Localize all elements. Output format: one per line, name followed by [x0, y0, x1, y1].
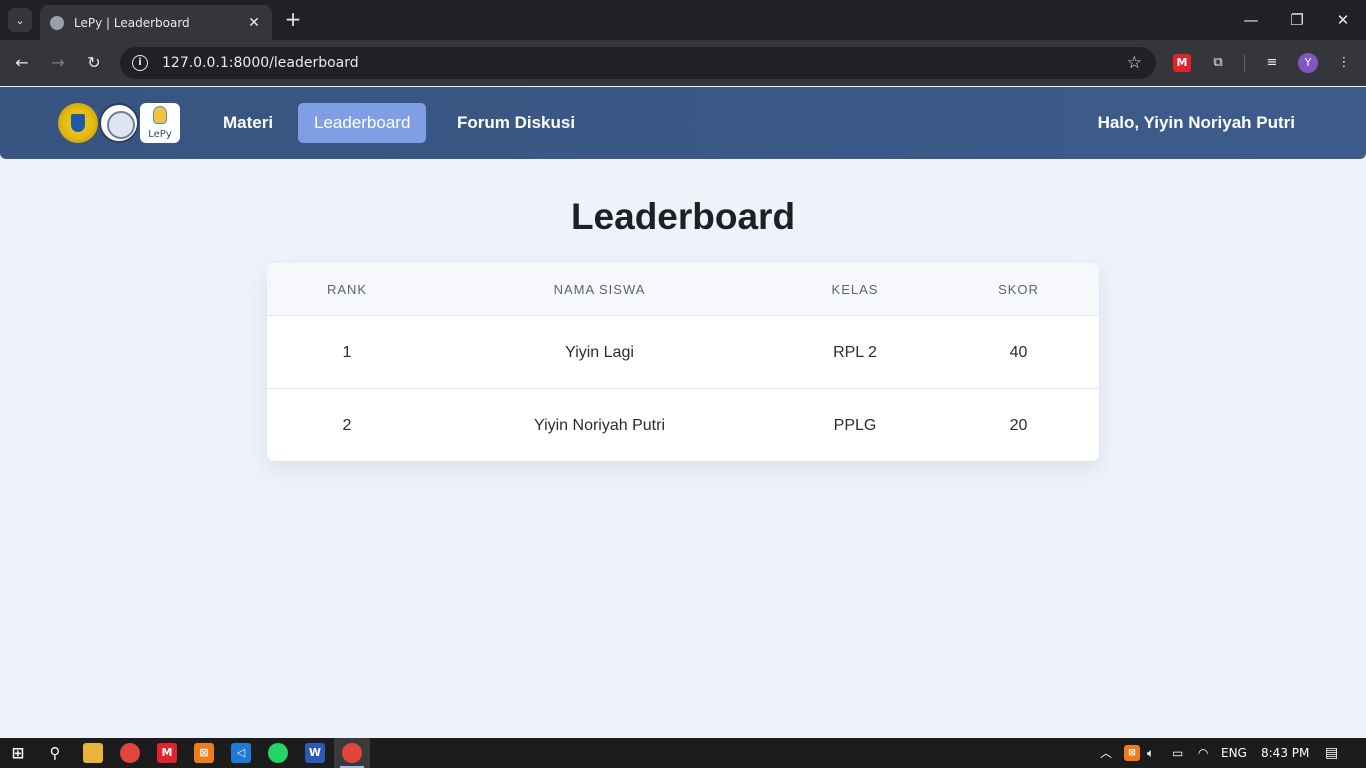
word-icon[interactable]: W: [305, 743, 325, 763]
table-row: 1 Yiyin Lagi RPL 2 40: [267, 316, 1099, 389]
profile-avatar[interactable]: Y: [1298, 53, 1318, 73]
column-header-skor: SKOR: [998, 282, 1039, 297]
tab-search-icon[interactable]: ⌄: [8, 8, 32, 32]
lepy-logo-text: LePy: [148, 129, 172, 140]
os-taskbar: ⊞ ⚲ M ⊠ ◁ W ︿ ⊠ 🔈︎ ▭ ◠ ENG 8:43 PM ▤: [0, 738, 1366, 768]
media-icon[interactable]: ≡: [1262, 53, 1282, 73]
forward-icon[interactable]: →: [46, 51, 70, 75]
rank-cell: 2: [342, 417, 352, 434]
nav-link-materi[interactable]: Materi: [207, 103, 289, 143]
rank-cell: 1: [342, 344, 352, 361]
mendeley-icon[interactable]: M: [157, 743, 177, 763]
column-header-nama-siswa: NAMA SISWA: [553, 282, 646, 297]
notifications-icon[interactable]: ▤: [1325, 738, 1338, 768]
menu-icon[interactable]: ⋮: [1334, 53, 1354, 73]
column-header-rank: RANK: [326, 282, 368, 297]
windows-start-icon[interactable]: ⊞: [8, 743, 28, 763]
file-explorer-icon[interactable]: [83, 743, 103, 763]
clock[interactable]: 8:43 PM: [1261, 738, 1309, 768]
language-indicator[interactable]: ENG: [1221, 738, 1247, 768]
browser-tab[interactable]: LePy | Leaderboard ✕: [40, 5, 272, 40]
back-icon[interactable]: ←: [10, 51, 34, 75]
volume-icon[interactable]: 🔈︎: [1147, 738, 1154, 768]
minimize-icon[interactable]: —: [1228, 6, 1274, 34]
bookmark-star-icon[interactable]: ☆: [1127, 53, 1142, 73]
xampp-tray-icon[interactable]: ⊠: [1124, 745, 1140, 761]
tab-close-icon[interactable]: ✕: [246, 15, 262, 31]
nav-link-leaderboard[interactable]: Leaderboard: [298, 103, 427, 143]
browser-toolbar: ← → ↻ i 127.0.0.1:8000/leaderboard ☆ M ⧉…: [0, 40, 1366, 86]
class-cell: PPLG: [833, 417, 877, 434]
chevron-up-icon[interactable]: ︿: [1100, 738, 1112, 768]
wifi-icon[interactable]: ◠: [1198, 738, 1208, 768]
table-row: 2 Yiyin Noriyah Putri PPLG 20: [267, 389, 1099, 461]
restore-icon[interactable]: ❐: [1274, 6, 1320, 34]
table-header: RANK NAMA SISWA KELAS SKOR: [267, 263, 1099, 316]
globe-icon: [50, 15, 64, 30]
nav-link-forum-diskusi[interactable]: Forum Diskusi: [441, 103, 591, 143]
window-close-icon[interactable]: ✕: [1320, 6, 1366, 34]
xampp-icon[interactable]: ⊠: [194, 743, 214, 763]
class-cell: RPL 2: [833, 344, 877, 361]
toolbar-divider: [1244, 54, 1245, 72]
lightbulb-icon: [153, 106, 167, 124]
lepy-logo[interactable]: LePy: [140, 103, 180, 143]
reload-icon[interactable]: ↻: [82, 51, 106, 75]
site-info-icon[interactable]: i: [132, 55, 148, 71]
extension-icon[interactable]: M: [1173, 54, 1191, 72]
url-text[interactable]: 127.0.0.1:8000/leaderboard: [162, 55, 1127, 71]
student-name-cell: Yiyin Noriyah Putri: [533, 417, 665, 434]
score-cell: 20: [1009, 417, 1028, 434]
browser-tab-bar: ⌄ LePy | Leaderboard ✕ + — ❐ ✕: [0, 0, 1366, 40]
app-navbar: LePy Materi Leaderboard Forum Diskusi Ha…: [0, 87, 1366, 159]
chrome-active-icon[interactable]: [342, 743, 362, 763]
student-name-cell: Yiyin Lagi: [565, 344, 634, 361]
whatsapp-icon[interactable]: [268, 743, 288, 763]
leaderboard-table: RANK NAMA SISWA KELAS SKOR 1 Yiyin Lagi …: [267, 263, 1099, 461]
tab-title: LePy | Leaderboard: [74, 15, 190, 30]
page-title: Leaderboard: [570, 196, 796, 237]
chrome-icon[interactable]: [120, 743, 140, 763]
university-logo: [99, 103, 139, 143]
school-logo: [58, 103, 98, 143]
user-greeting[interactable]: Halo, Yiyin Noriyah Putri: [1098, 103, 1295, 143]
column-header-kelas: KELAS: [831, 282, 879, 297]
battery-icon[interactable]: ▭: [1172, 738, 1183, 768]
search-icon[interactable]: ⚲: [45, 743, 65, 763]
puzzle-icon[interactable]: ⧉: [1208, 53, 1228, 73]
score-cell: 40: [1009, 344, 1028, 361]
address-bar[interactable]: i 127.0.0.1:8000/leaderboard ☆: [120, 47, 1156, 79]
new-tab-button[interactable]: +: [282, 8, 304, 32]
vscode-icon[interactable]: ◁: [231, 743, 251, 763]
